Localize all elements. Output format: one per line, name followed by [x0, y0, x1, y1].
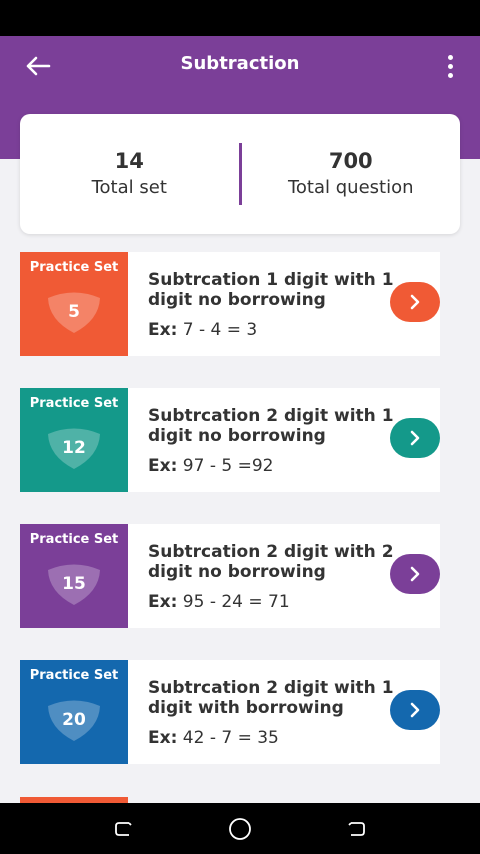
open-set-button[interactable] — [390, 554, 440, 594]
open-set-button[interactable] — [390, 282, 440, 322]
practice-set-item[interactable]: Practice Set 5 Subtrcation 1 digit with … — [20, 252, 460, 356]
practice-set-label: Practice Set — [29, 668, 119, 683]
chevron-right-icon — [410, 294, 420, 310]
total-question-stat: 700 Total question — [242, 147, 461, 201]
practice-set-title: Subtrcation 2 digit with 1 digit no borr… — [148, 406, 394, 446]
recent-apps-button[interactable] — [106, 811, 142, 847]
practice-set-example: Ex: 7 - 4 = 3 — [148, 320, 257, 340]
example-prefix: Ex: — [148, 320, 178, 340]
status-bar — [0, 0, 480, 36]
total-question-label: Total question — [287, 177, 414, 198]
practice-set-number: 15 — [62, 574, 86, 594]
chevron-right-icon — [410, 566, 420, 582]
practice-set-number: 12 — [62, 438, 86, 458]
summary-card: 14 Total set 700 Total question — [20, 114, 460, 234]
practice-set-label: Practice Set — [29, 260, 119, 275]
total-question-value: 700 — [328, 149, 373, 173]
recent-apps-icon — [115, 821, 132, 836]
system-back-icon — [348, 821, 365, 836]
practice-set-example: Ex: 95 - 24 = 71 — [148, 592, 290, 612]
practice-set-item[interactable]: Practice Set 20 Subtrcation 2 digit with… — [20, 660, 460, 764]
open-set-button[interactable] — [390, 418, 440, 458]
practice-set-label: Practice Set — [29, 532, 119, 547]
example-prefix: Ex: — [148, 592, 178, 612]
more-vertical-icon — [447, 54, 453, 60]
practice-set-title: Subtrcation 2 digit with 1 digit with bo… — [148, 678, 394, 718]
example-prefix: Ex: — [148, 456, 178, 476]
practice-set-content: Subtrcation 2 digit with 1 digit no borr… — [128, 388, 440, 492]
practice-set-label: Practice Set — [29, 396, 119, 411]
total-set-stat: 14 Total set — [20, 147, 239, 201]
open-set-button[interactable] — [390, 690, 440, 730]
practice-set-item[interactable]: Practice Set 15 Subtrcation 2 digit with… — [20, 524, 460, 628]
example-text: 42 - 7 = 35 — [182, 728, 279, 748]
example-text: 7 - 4 = 3 — [182, 320, 258, 340]
example-text: 97 - 5 =92 — [182, 456, 274, 476]
system-nav-bar — [0, 803, 480, 854]
total-set-label: Total set — [91, 177, 167, 198]
practice-set-example: Ex: 97 - 5 =92 — [148, 456, 273, 476]
practice-set-number: 5 — [68, 302, 80, 322]
home-button[interactable] — [222, 811, 258, 847]
practice-set-title: Subtrcation 1 digit with 1 digit no borr… — [148, 270, 394, 310]
practice-set-example: Ex: 42 - 7 = 35 — [148, 728, 279, 748]
practice-set-content: Subtrcation 1 digit with 1 digit no borr… — [128, 252, 440, 356]
practice-set-content: Subtrcation 2 digit with 1 digit with bo… — [128, 660, 440, 764]
chevron-right-icon — [410, 430, 420, 446]
page-title: Subtraction — [180, 53, 300, 74]
system-back-button[interactable] — [338, 811, 374, 847]
practice-set-item[interactable]: Practice Set 12 Subtrcation 2 digit with… — [20, 388, 460, 492]
example-prefix: Ex: — [148, 728, 178, 748]
practice-set-badge: Practice Set 12 — [20, 388, 128, 492]
practice-set-title: Subtrcation 2 digit with 2 digit no borr… — [148, 542, 394, 582]
overflow-menu-button[interactable] — [440, 54, 460, 78]
practice-set-badge: Practice Set 20 — [20, 660, 128, 764]
example-text: 95 - 24 = 71 — [182, 592, 290, 612]
practice-set-content: Subtrcation 2 digit with 2 digit no borr… — [128, 524, 440, 628]
practice-set-badge: Practice Set 15 — [20, 524, 128, 628]
practice-set-number: 20 — [62, 710, 86, 730]
practice-set-badge: Practice Set 5 — [20, 252, 128, 356]
home-circle-icon — [229, 817, 251, 840]
total-set-value: 14 — [114, 149, 144, 173]
chevron-right-icon — [410, 702, 420, 718]
